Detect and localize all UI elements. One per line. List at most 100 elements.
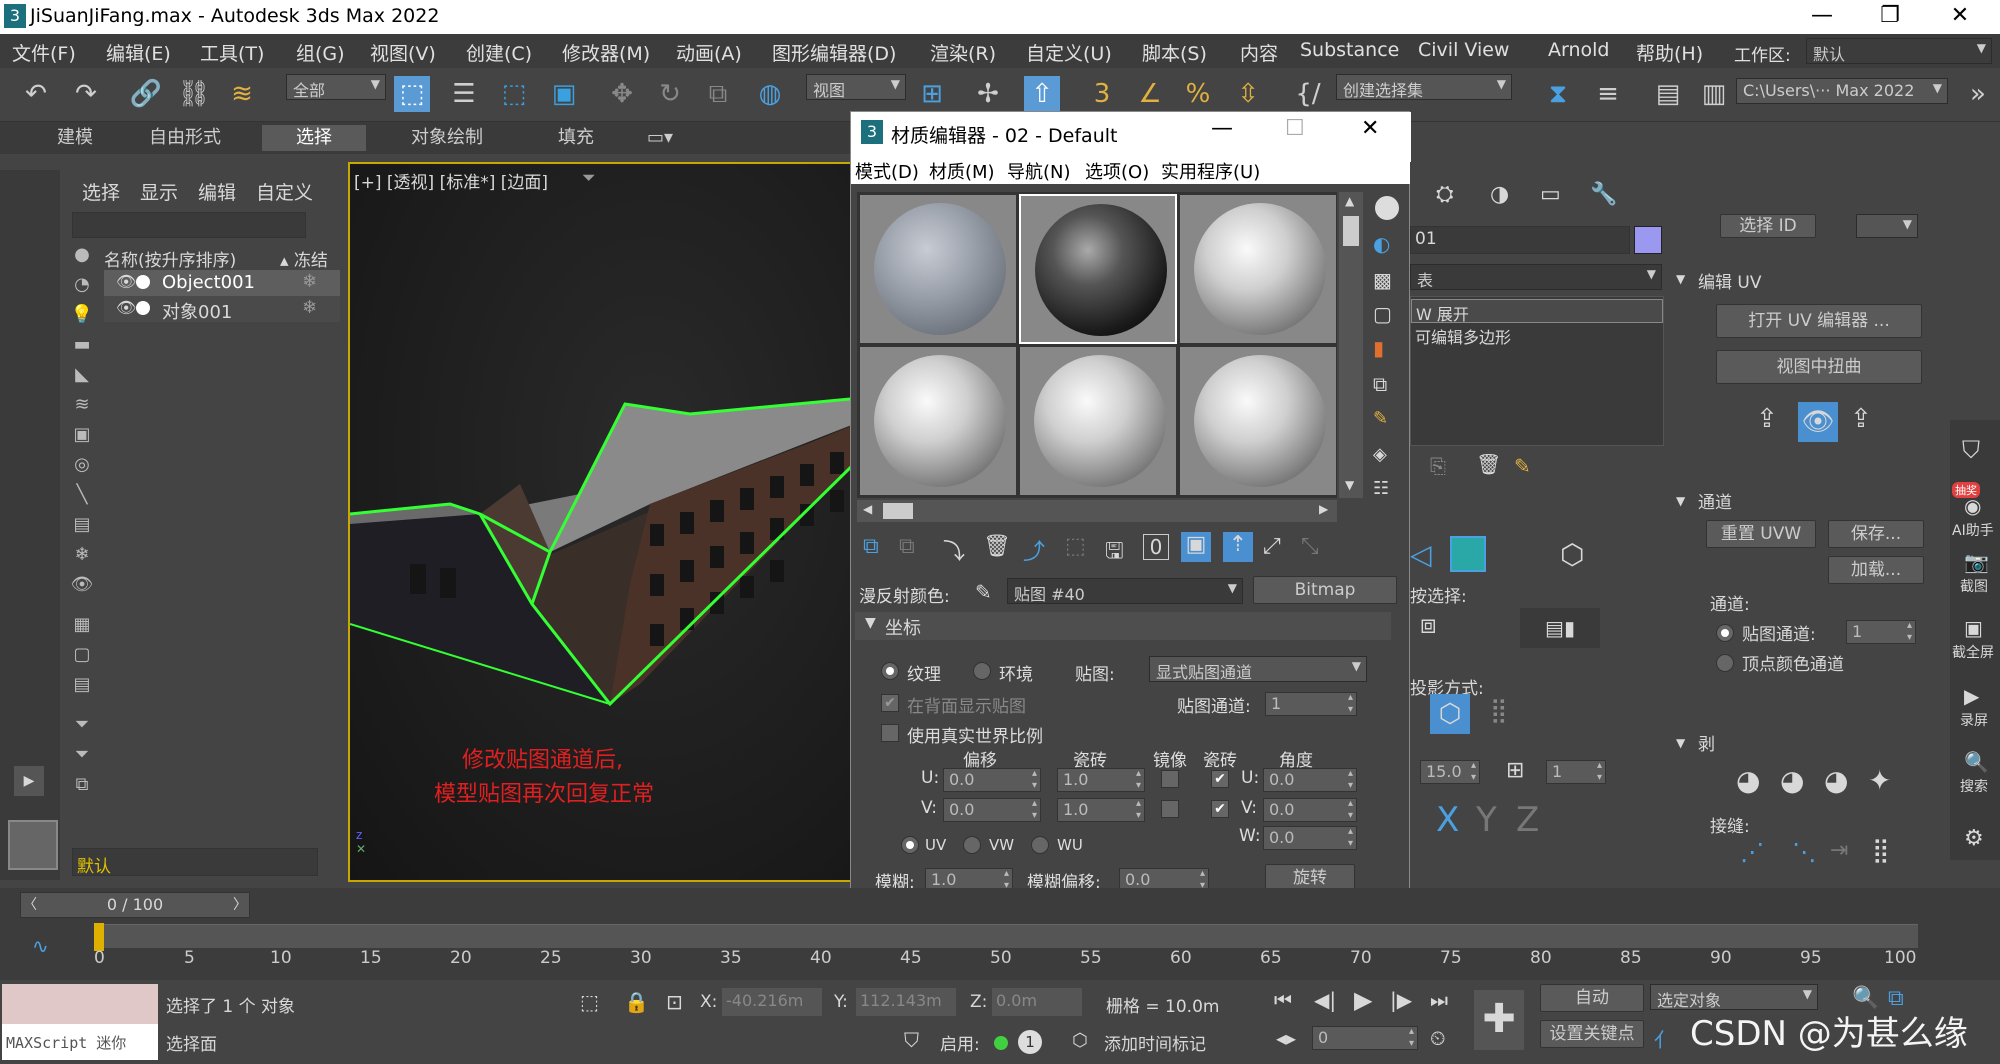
ribbon-options-icon[interactable]: ▭▾ xyxy=(640,125,680,151)
reset-peel-icon[interactable]: ◕ xyxy=(1824,764,1848,797)
menu-rendering[interactable]: 渲染(R) xyxy=(930,39,996,66)
time-tag-icon[interactable]: ⬡ xyxy=(1072,1030,1088,1051)
layer-icon[interactable]: ⧉ xyxy=(70,774,94,798)
uv-tiling-icon[interactable]: ▢ xyxy=(1373,302,1392,326)
ribbon-tab-modeling[interactable]: 建模 xyxy=(30,125,120,151)
eye-icon[interactable]: 👁 xyxy=(116,298,136,317)
reset-map-icon[interactable]: 🗑 xyxy=(983,534,1011,559)
menu-help[interactable]: 帮助(H) xyxy=(1636,39,1703,66)
x-coord-field[interactable]: -40.216m xyxy=(722,988,822,1016)
map-type-button[interactable]: Bitmap xyxy=(1253,576,1397,604)
u-offset-spinner[interactable]: 0.0 ▴ ▾ xyxy=(943,768,1041,792)
threshold-spinner[interactable]: 15.0 ▴ ▾ xyxy=(1420,760,1480,784)
scroll-thumb[interactable] xyxy=(1343,216,1359,246)
align-x-icon[interactable]: X xyxy=(1436,800,1459,840)
peel-icon[interactable]: ◕ xyxy=(1780,764,1804,797)
scroll-down-icon[interactable]: ▼ xyxy=(1345,478,1354,492)
render-dot-icon[interactable] xyxy=(136,275,150,289)
reset-uvw-button[interactable]: 重置 UVW xyxy=(1706,520,1816,548)
select-element-icon[interactable]: ⬡ xyxy=(1560,538,1584,571)
me-menu-material[interactable]: 材质(M) xyxy=(929,158,995,184)
group-filter-icon[interactable]: ▣ xyxy=(70,424,94,448)
time-config-icon[interactable]: ⏲ xyxy=(1430,1026,1446,1050)
maxscript-listener[interactable]: MAXScript 迷你 xyxy=(2,984,158,1060)
bind-spacewarp-icon[interactable]: ≋ xyxy=(224,76,260,112)
peel-collapse-icon[interactable]: ▼ xyxy=(1676,736,1685,750)
wu-radio[interactable] xyxy=(1031,836,1049,854)
real-world-checkbox[interactable] xyxy=(881,724,899,742)
u-tile-checkbox[interactable]: ✔ xyxy=(1211,770,1229,788)
display-tab-icon[interactable]: ▭ xyxy=(1540,182,1561,207)
menu-create[interactable]: 创建(C) xyxy=(466,39,532,66)
grid-icon[interactable]: ⊞ xyxy=(1506,758,1524,783)
sample-slot[interactable] xyxy=(1019,346,1177,496)
reference-coord-dropdown[interactable]: 视图 ▼ xyxy=(806,74,906,100)
record-label[interactable]: 录屏 xyxy=(1960,710,1988,730)
render-dot-icon[interactable] xyxy=(136,301,150,315)
container-filter-icon[interactable]: ▤ xyxy=(70,514,94,538)
me-maximize-icon[interactable]: ☐ xyxy=(1285,116,1305,141)
xref-filter-icon[interactable]: ◎ xyxy=(70,454,94,478)
fullscreen-shot-label[interactable]: 截全屏 xyxy=(1952,642,1994,662)
expand-arrow-icon[interactable]: ▶ xyxy=(14,766,44,796)
ai-assistant-label[interactable]: AI助手 xyxy=(1952,520,1994,540)
header-name[interactable]: 名称(按升序排序) xyxy=(104,246,236,271)
rotate-icon[interactable]: ↻ xyxy=(652,76,688,112)
select-object-icon[interactable]: ⬚ xyxy=(394,76,430,112)
planar-map-icon[interactable]: ⬡ xyxy=(1430,694,1470,734)
settings-gear-icon[interactable]: ⚙ xyxy=(1964,826,1984,851)
put-to-scene-icon[interactable]: ⧉ xyxy=(899,534,915,559)
menu-substance[interactable]: Substance xyxy=(1300,39,1399,61)
load-button[interactable]: 加载... xyxy=(1828,556,1924,584)
menu-civil-view[interactable]: Civil View xyxy=(1418,39,1509,61)
percent-snap-icon[interactable]: % xyxy=(1180,76,1216,112)
pin-stack-icon[interactable]: ⎘ xyxy=(1430,454,1446,478)
redo-icon[interactable]: ↷ xyxy=(68,76,104,112)
u-mirror-checkbox[interactable] xyxy=(1161,770,1179,788)
menu-group[interactable]: 组(G) xyxy=(296,39,345,66)
texture-radio[interactable] xyxy=(881,662,899,680)
save-button[interactable]: 保存... xyxy=(1828,520,1924,548)
edit-uv-collapse-icon[interactable]: ▼ xyxy=(1676,272,1685,286)
map-channel-spinner[interactable]: 1 ▴ ▾ xyxy=(1265,692,1357,716)
view-distortion-button[interactable]: 视图中扭曲 xyxy=(1716,350,1922,384)
helper-filter-icon[interactable]: ◣ xyxy=(70,364,94,388)
geometry-filter-icon[interactable]: ● xyxy=(70,244,94,268)
me-menu-navigation[interactable]: 导航(N) xyxy=(1007,158,1071,184)
mirror-icon[interactable]: ⧗ xyxy=(1540,76,1576,112)
scene-explorer-icon[interactable]: ▤ xyxy=(1650,76,1686,112)
hscroll-thumb[interactable] xyxy=(883,503,913,519)
menu-view[interactable]: 视图(V) xyxy=(370,39,436,66)
enable-dot-icon[interactable] xyxy=(994,1036,1008,1050)
assign-material-icon[interactable]: ⤵ xyxy=(943,534,965,566)
freeze-icon[interactable]: ❄ xyxy=(302,297,317,318)
v-tile-checkbox[interactable]: ✔ xyxy=(1211,800,1229,818)
scene-search-input[interactable] xyxy=(72,212,306,238)
motion-tab-icon[interactable]: ◑ xyxy=(1490,182,1509,207)
configure-sets-icon[interactable]: ✎ xyxy=(1514,454,1531,478)
object-color-swatch[interactable] xyxy=(1634,226,1662,254)
menu-content[interactable]: 内容 xyxy=(1240,39,1278,66)
scene-tab-display[interactable]: 显示 xyxy=(140,178,178,205)
frozen-filter-icon[interactable]: ❄ xyxy=(70,544,94,568)
show-shaded-icon[interactable]: ▣ xyxy=(1181,532,1211,562)
remove-modifier-icon[interactable]: 🗑 xyxy=(1476,452,1501,476)
search-label[interactable]: 搜索 xyxy=(1960,776,1988,796)
map-channel-spinner[interactable]: 1 ▴ ▾ xyxy=(1846,620,1916,644)
edit-seams-icon[interactable]: ⋰ xyxy=(1740,838,1764,866)
go-to-parent-icon[interactable]: ⤢ xyxy=(1263,534,1281,559)
named-selection-icon[interactable]: {/ xyxy=(1290,76,1326,112)
project-path-dropdown[interactable]: C:\Users\··· Max 2022 ▼ xyxy=(1736,78,1948,104)
u-angle-spinner[interactable]: 0.0 ▴ ▾ xyxy=(1263,768,1357,792)
add-time-tag[interactable]: 添加时间标记 xyxy=(1104,1030,1206,1055)
angle-snap-icon[interactable]: ∠ xyxy=(1132,76,1168,112)
me-menu-utilities[interactable]: 实用程序(U) xyxy=(1161,158,1260,184)
w-angle-spinner[interactable]: 0.0 ▴ ▾ xyxy=(1263,826,1357,850)
table-row[interactable]: 👁 Object001 ❄ xyxy=(104,270,340,296)
map-channel-radio[interactable] xyxy=(1716,624,1734,642)
environ-radio[interactable] xyxy=(973,662,991,680)
scroll-left-icon[interactable]: ◀ xyxy=(863,502,872,516)
eye-icon[interactable]: 👁 xyxy=(116,272,136,291)
tweak-uv-icon[interactable]: ⇪ xyxy=(1756,404,1778,434)
isolate-icon[interactable]: ⬚ xyxy=(580,990,599,1014)
